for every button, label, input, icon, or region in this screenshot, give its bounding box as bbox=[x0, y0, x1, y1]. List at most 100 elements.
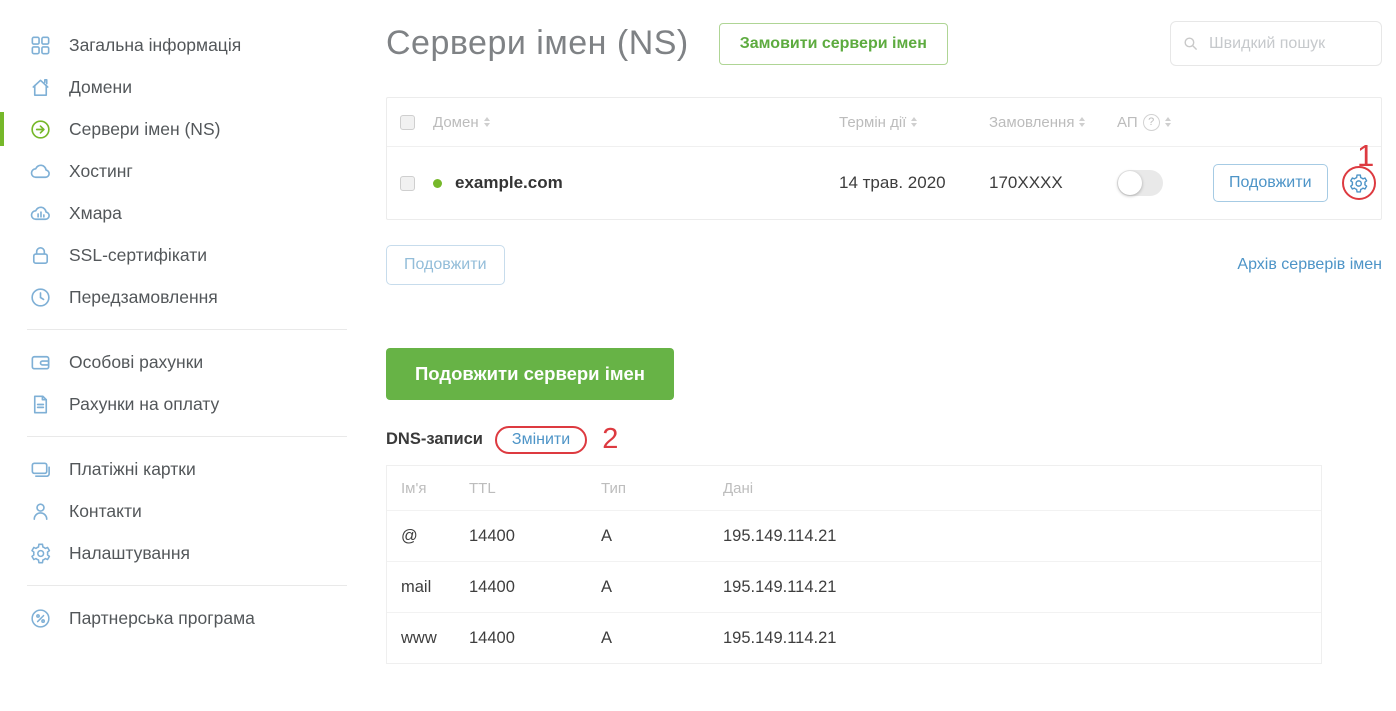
prolong-selected-button[interactable]: Подовжити bbox=[386, 245, 505, 285]
grid-icon bbox=[29, 34, 52, 57]
edit-annotation-circle: Змінити bbox=[494, 425, 588, 454]
percent-icon bbox=[29, 607, 52, 630]
record-name: mail bbox=[401, 577, 432, 596]
column-header-autoprolong[interactable]: АП bbox=[1117, 114, 1138, 131]
table-header-row: Домен Термін дії Замовлення АП? bbox=[387, 98, 1381, 147]
sidebar-item-domains[interactable]: Домени bbox=[0, 66, 362, 108]
sidebar-item-ssl[interactable]: SSL-сертифікати bbox=[0, 234, 362, 276]
lock-icon bbox=[29, 244, 52, 267]
main-content: Сервери імен (NS) Замовити сервери імен … bbox=[386, 0, 1382, 664]
sidebar-item-label: Домени bbox=[69, 76, 132, 97]
sidebar: Загальна інформація Домени Сервери імен … bbox=[0, 0, 362, 639]
sort-icon[interactable] bbox=[911, 117, 918, 127]
cloud-chart-icon bbox=[29, 202, 52, 225]
record-type: A bbox=[601, 628, 613, 647]
search-input[interactable] bbox=[1170, 21, 1382, 66]
sidebar-item-hosting[interactable]: Хостинг bbox=[0, 150, 362, 192]
dns-record-row: mail 14400 A 195.149.114.21 bbox=[387, 561, 1321, 612]
dns-header-row: Ім'я TTL Тип Дані bbox=[387, 466, 1321, 510]
sidebar-item-personal-accounts[interactable]: Особові рахунки bbox=[0, 341, 362, 383]
dns-records-title: DNS-записи bbox=[386, 430, 483, 448]
record-data: 195.149.114.21 bbox=[723, 628, 837, 647]
record-type: A bbox=[601, 577, 613, 596]
dns-record-row: www 14400 A 195.149.114.21 bbox=[387, 612, 1321, 663]
row-checkbox[interactable] bbox=[400, 175, 415, 191]
sidebar-item-label: Сервери імен (NS) bbox=[69, 118, 221, 139]
quick-search bbox=[1170, 21, 1382, 66]
search-icon bbox=[1184, 37, 1197, 50]
sidebar-item-label: Налаштування bbox=[69, 542, 190, 563]
gear-icon bbox=[29, 542, 52, 565]
page-title: Сервери імен (NS) bbox=[386, 24, 689, 62]
home-icon bbox=[29, 76, 52, 99]
sort-icon[interactable] bbox=[1164, 117, 1171, 127]
domain-name[interactable]: example.com bbox=[455, 173, 563, 193]
sidebar-item-label: Особові рахунки bbox=[69, 351, 204, 372]
sort-icon[interactable] bbox=[1079, 117, 1086, 127]
arrow-circle-icon bbox=[29, 118, 52, 141]
name-servers-table: Домен Термін дії Замовлення АП? example.… bbox=[386, 97, 1382, 220]
dns-section-header: DNS-записи Змінити 2 bbox=[386, 425, 1382, 454]
sidebar-item-label: Хмара bbox=[69, 202, 122, 223]
invoice-icon bbox=[29, 393, 52, 416]
dns-record-row: @ 14400 A 195.149.114.21 bbox=[387, 510, 1321, 561]
sidebar-item-invoices[interactable]: Рахунки на оплату bbox=[0, 383, 362, 425]
sidebar-item-settings[interactable]: Налаштування bbox=[0, 532, 362, 574]
person-icon bbox=[29, 500, 52, 523]
annotation-marker-1: 1 bbox=[1357, 138, 1375, 173]
dns-column-name: Ім'я bbox=[401, 479, 427, 497]
select-all-checkbox[interactable] bbox=[400, 114, 415, 130]
record-data: 195.149.114.21 bbox=[723, 577, 837, 596]
order-number: 170XXXX bbox=[989, 173, 1063, 192]
sidebar-item-preorder[interactable]: Передзамовлення bbox=[0, 276, 362, 318]
sort-icon[interactable] bbox=[483, 117, 490, 127]
archive-link[interactable]: Архів серверів імен bbox=[1237, 256, 1382, 274]
record-ttl: 14400 bbox=[469, 577, 515, 596]
record-name: www bbox=[401, 628, 437, 647]
sidebar-item-label: Хостинг bbox=[69, 160, 133, 181]
sidebar-item-name-servers[interactable]: Сервери імен (NS) bbox=[0, 108, 362, 150]
status-dot bbox=[433, 178, 442, 188]
table-row: example.com 14 трав. 2020 170XXXX Подовж… bbox=[387, 147, 1381, 219]
order-name-servers-button[interactable]: Замовити сервери імен bbox=[718, 22, 948, 65]
sidebar-divider bbox=[27, 329, 347, 330]
sidebar-item-label: Платіжні картки bbox=[69, 458, 196, 479]
column-header-order[interactable]: Замовлення bbox=[989, 114, 1074, 131]
autoprolong-toggle[interactable] bbox=[1117, 170, 1163, 196]
dns-edit-link[interactable]: Змінити bbox=[512, 431, 570, 448]
wallet-icon bbox=[29, 351, 52, 374]
cloud-icon bbox=[29, 160, 52, 183]
record-data: 195.149.114.21 bbox=[723, 526, 837, 545]
record-ttl: 14400 bbox=[469, 628, 515, 647]
table-footer-actions: Подовжити Архів серверів імен bbox=[386, 245, 1382, 285]
record-ttl: 14400 bbox=[469, 526, 515, 545]
column-header-domain[interactable]: Домен bbox=[433, 114, 479, 131]
cards-icon bbox=[29, 458, 52, 481]
sidebar-item-contacts[interactable]: Контакти bbox=[0, 490, 362, 532]
prolong-name-servers-button[interactable]: Подовжити сервери імен bbox=[386, 348, 674, 400]
annotation-marker-2: 2 bbox=[602, 423, 619, 455]
dns-column-data: Дані bbox=[723, 479, 754, 497]
dns-column-ttl: TTL bbox=[469, 479, 496, 497]
sidebar-item-label: Загальна інформація bbox=[69, 34, 242, 55]
dns-records-table: Ім'я TTL Тип Дані @ 14400 A 195.149.114.… bbox=[386, 465, 1322, 664]
clock-icon bbox=[29, 286, 52, 309]
dns-column-type: Тип bbox=[601, 479, 627, 497]
prolong-row-button[interactable]: Подовжити bbox=[1213, 164, 1328, 202]
help-icon[interactable]: ? bbox=[1142, 113, 1160, 131]
toggle-knob bbox=[1118, 171, 1142, 195]
page-header: Сервери імен (NS) Замовити сервери імен bbox=[386, 21, 1382, 66]
sidebar-item-label: Контакти bbox=[69, 500, 142, 521]
sidebar-item-cloud[interactable]: Хмара bbox=[0, 192, 362, 234]
sidebar-item-general-info[interactable]: Загальна інформація bbox=[0, 24, 362, 66]
sidebar-item-partner-program[interactable]: Партнерська програма bbox=[0, 597, 362, 639]
sidebar-item-label: Партнерська програма bbox=[69, 607, 255, 628]
sidebar-item-payment-cards[interactable]: Платіжні картки bbox=[0, 448, 362, 490]
record-type: A bbox=[601, 526, 613, 545]
column-header-expiry[interactable]: Термін дії bbox=[839, 114, 906, 131]
sidebar-item-label: Передзамовлення bbox=[69, 286, 218, 307]
sidebar-divider bbox=[27, 436, 347, 437]
record-name: @ bbox=[401, 526, 418, 545]
expiry-date: 14 трав. 2020 bbox=[839, 173, 946, 192]
sidebar-item-label: Рахунки на оплату bbox=[69, 393, 220, 414]
